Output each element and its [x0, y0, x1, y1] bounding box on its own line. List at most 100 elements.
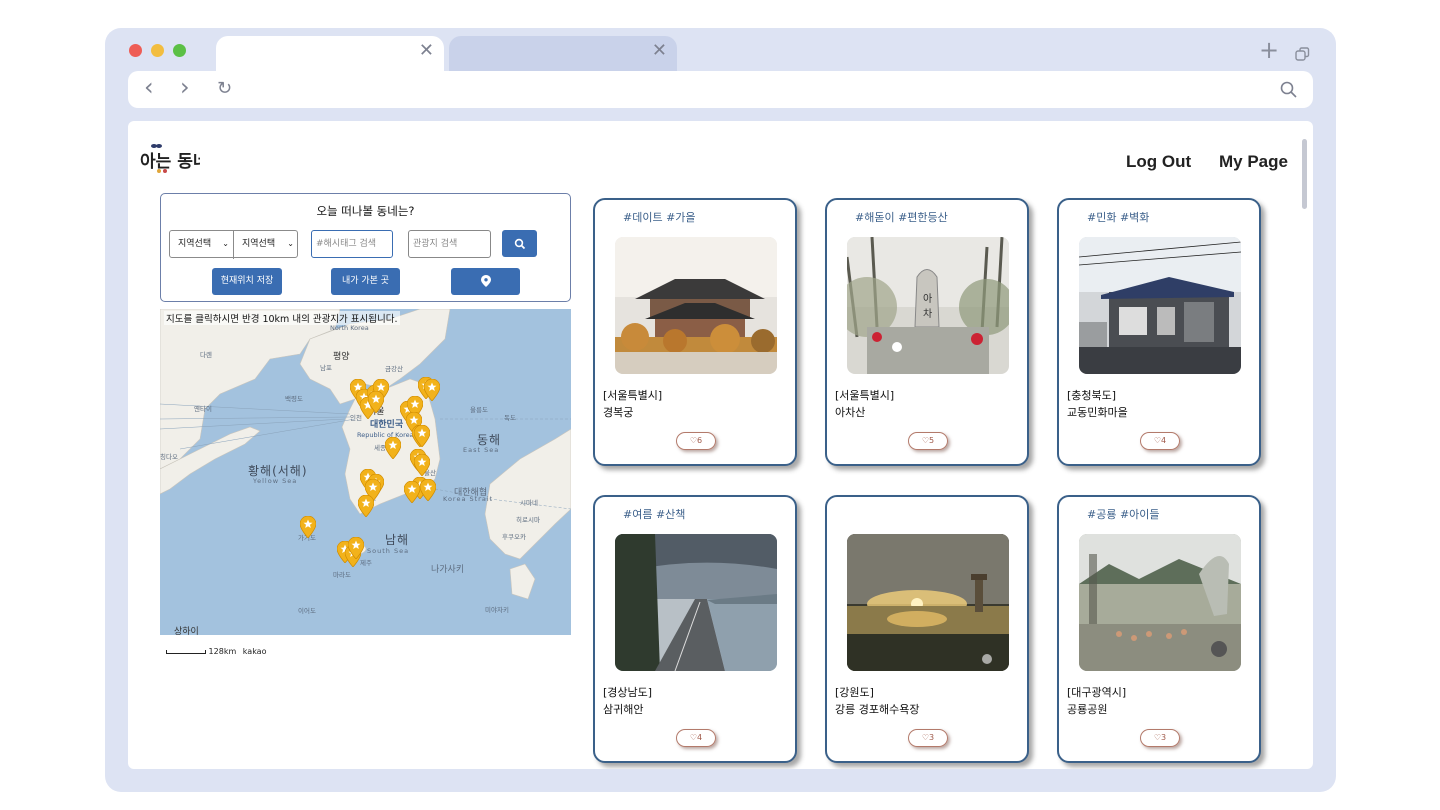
map-label-ulleungdo: 울릉도: [470, 406, 488, 414]
logout-link[interactable]: Log Out: [1126, 152, 1191, 172]
minimize-window-button[interactable]: [151, 44, 164, 57]
card-thumbnail[interactable]: [1079, 534, 1241, 671]
map-label-dalian: 다롄: [200, 351, 212, 359]
map-label-miyazaki: 미야자키: [485, 606, 509, 614]
chevron-down-icon: ⌄: [222, 239, 229, 248]
map-marker[interactable]: [299, 515, 317, 539]
card-place-name[interactable]: 아차산: [835, 404, 865, 420]
close-window-button[interactable]: [129, 44, 142, 57]
map-label-qingdao: 칭다오: [160, 453, 178, 461]
map-instruction: 지도를 클릭하시면 반경 10km 내의 관광지가 표시됩니다.: [164, 311, 400, 325]
tab-overview-icon[interactable]: [1295, 43, 1310, 67]
map-marker[interactable]: [347, 536, 365, 560]
browser-tab-active[interactable]: ✕: [216, 36, 444, 71]
search-icon[interactable]: [1280, 81, 1297, 102]
region-select-1-label: 지역선택: [178, 239, 212, 249]
new-tab-icon[interactable]: +: [1259, 36, 1279, 64]
card-place-name[interactable]: 강릉 경포해수욕장: [835, 701, 919, 717]
map-label-dokdo: 독도: [504, 414, 516, 422]
attraction-card[interactable]: [강원도] 강릉 경포해수욕장 ♡3: [825, 495, 1029, 763]
card-region: [대구광역시]: [1067, 686, 1127, 699]
card-thumbnail[interactable]: [615, 534, 777, 671]
card-tags[interactable]: #여름 #산책: [623, 506, 685, 522]
map-scale-label: 128km: [208, 647, 237, 656]
card-region: [서울특별시]: [835, 389, 895, 402]
card-thumbnail[interactable]: 아차: [847, 237, 1009, 374]
like-button[interactable]: ♡5: [908, 432, 948, 450]
search-button[interactable]: [502, 230, 537, 257]
location-pin-icon: [480, 275, 491, 287]
map-label-nagasaki: 나가사키: [431, 565, 465, 575]
like-button[interactable]: ♡4: [676, 729, 716, 747]
browser-window: ✕ ✕ + ‹ › ↻ 아는 동네 Log Out My Page: [105, 28, 1336, 792]
svg-text:차: 차: [923, 308, 932, 320]
card-tags[interactable]: #공룡 #아이들: [1087, 506, 1160, 522]
site-logo[interactable]: 아는 동네: [140, 143, 208, 175]
attraction-search-input[interactable]: 관광지 검색: [408, 230, 491, 258]
map-label-nampo: 남포: [320, 364, 332, 372]
map-marker[interactable]: [384, 436, 402, 460]
attraction-card[interactable]: #공룡 #아이들 [대구광역시] 공룡공원 ♡3: [1057, 495, 1261, 763]
region-select-2[interactable]: 지역선택 ⌄: [234, 231, 298, 259]
card-thumbnail[interactable]: [1079, 237, 1241, 374]
map-scale: 128km kakao: [166, 647, 266, 656]
card-place-name[interactable]: 삼귀해안: [603, 701, 643, 717]
kakao-map[interactable]: 지도를 클릭하시면 반경 10km 내의 관광지가 표시됩니다. North K…: [160, 309, 571, 635]
attraction-card[interactable]: #데이트 #가을 [서울특별시] 경복궁 ♡6: [593, 198, 797, 466]
card-region: [경상남도]: [603, 686, 653, 699]
map-marker[interactable]: [413, 453, 431, 477]
address-bar[interactable]: ‹ › ↻: [128, 71, 1313, 108]
map-label-yantai: 옌타이: [194, 405, 212, 413]
save-location-button[interactable]: 현재위치 저장: [212, 268, 282, 295]
scrollbar-thumb[interactable]: [1302, 139, 1307, 209]
map-label-shimane: 시마네: [520, 499, 538, 507]
map-label-gumgang: 금강산: [385, 365, 403, 373]
attraction-card[interactable]: #민화 #벽화 [충청북도] 교동민화마을 ♡4: [1057, 198, 1261, 466]
map-label-shanghai: 상하이: [174, 627, 199, 635]
map-label-north-korea: North Korea: [330, 324, 369, 332]
maximize-window-button[interactable]: [173, 44, 186, 57]
attraction-card[interactable]: #해돋이 #편한등산아 차 [서울특별시] 아차산 ♡5: [825, 198, 1029, 466]
map-label-fukuoka: 후쿠오카: [502, 533, 526, 541]
card-place-name[interactable]: 경복궁: [603, 404, 633, 420]
region-select-2-label: 지역선택: [242, 239, 276, 249]
region-select-group: 지역선택 ⌄ 지역선택 ⌄: [169, 230, 298, 259]
attraction-card[interactable]: #여름 #산책 [경상남도] 삼귀해안 ♡4: [593, 495, 797, 763]
like-button[interactable]: ♡3: [1140, 729, 1180, 747]
map-marker[interactable]: [419, 478, 437, 502]
map-label-east-sea-en: East Sea: [463, 446, 500, 454]
region-select-1[interactable]: 지역선택 ⌄: [170, 231, 234, 259]
card-thumbnail[interactable]: [847, 534, 1009, 671]
card-place-name[interactable]: 교동민화마을: [1067, 404, 1128, 420]
current-location-button[interactable]: [451, 268, 520, 295]
map-marker[interactable]: [423, 378, 441, 402]
like-button[interactable]: ♡3: [908, 729, 948, 747]
card-region: [충청북도]: [1067, 389, 1117, 402]
visited-places-button[interactable]: 내가 가본 곳: [331, 268, 400, 295]
map-provider: kakao: [242, 647, 267, 656]
close-tab-icon[interactable]: ✕: [652, 42, 667, 60]
map-marker[interactable]: [413, 424, 431, 448]
map-marker[interactable]: [357, 494, 375, 518]
forward-icon[interactable]: ›: [180, 73, 190, 101]
reload-icon[interactable]: ↻: [217, 78, 232, 99]
like-button[interactable]: ♡4: [1140, 432, 1180, 450]
map-label-south-sea-en: South Sea: [367, 547, 410, 555]
hashtag-search-input[interactable]: #해시태그 검색: [311, 230, 393, 258]
back-icon[interactable]: ‹: [144, 73, 154, 101]
map-marker[interactable]: [367, 390, 385, 414]
card-tags[interactable]: #민화 #벽화: [1087, 209, 1149, 225]
browser-tab-inactive[interactable]: ✕: [449, 36, 677, 71]
card-place-name[interactable]: 공룡공원: [1067, 701, 1107, 717]
close-tab-icon[interactable]: ✕: [419, 42, 434, 60]
map-label-south-sea-kr: 남해: [385, 533, 410, 547]
map-marker[interactable]: [403, 480, 421, 504]
card-tags[interactable]: #데이트 #가을: [623, 209, 696, 225]
map-label-yellow-sea-en: Yellow Sea: [253, 477, 298, 485]
page-content: 아는 동네 Log Out My Page 오늘 떠나볼 동네는? 지역선택 ⌄…: [128, 121, 1313, 769]
search-title: 오늘 떠나볼 동네는?: [316, 204, 415, 218]
card-tags[interactable]: #해돋이 #편한등산: [855, 209, 948, 225]
mypage-link[interactable]: My Page: [1219, 152, 1288, 172]
card-thumbnail[interactable]: [615, 237, 777, 374]
like-button[interactable]: ♡6: [676, 432, 716, 450]
